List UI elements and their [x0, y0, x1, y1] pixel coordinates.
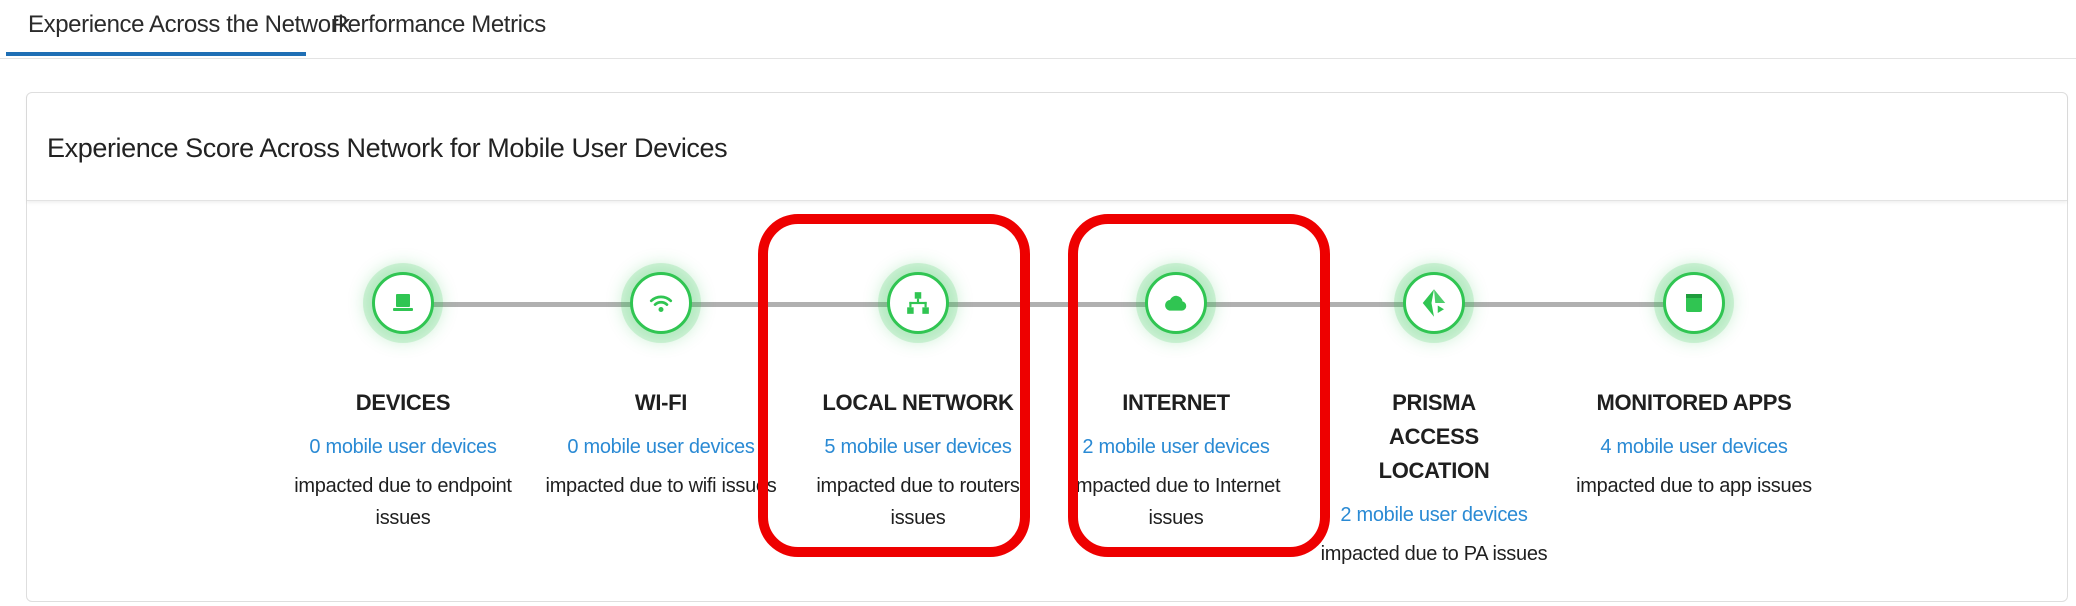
tab-experience-across-network[interactable]: Experience Across the Network	[6, 0, 350, 56]
node-title: INTERNET	[1122, 390, 1230, 415]
cloud-icon[interactable]	[1145, 272, 1207, 334]
impacted-devices-link[interactable]: 0 mobile user devices	[253, 432, 553, 462]
node-title: LOCAL NETWORK	[822, 390, 1014, 415]
app-icon[interactable]	[1663, 272, 1725, 334]
node-title: WI-FI	[634, 390, 688, 415]
tab-performance-metrics[interactable]: Performance Metrics	[332, 0, 546, 56]
node-description: impacted due to PA issues	[1320, 543, 1548, 565]
impacted-devices-link[interactable]: 4 mobile user devices	[1544, 432, 1844, 462]
node-wifi: WI-FI 0 mobile user devices impacted due…	[511, 255, 811, 502]
card-title: Experience Score Across Network for Mobi…	[47, 133, 728, 163]
impacted-devices-link[interactable]: 5 mobile user devices	[768, 432, 1068, 462]
node-local-network: LOCAL NETWORK 5 mobile user devices impa…	[768, 255, 1068, 534]
network-icon[interactable]	[887, 272, 949, 334]
node-prisma-access-location: PRISMA ACCESS LOCATION 2 mobile user dev…	[1284, 255, 1584, 570]
node-monitored-apps: MONITORED APPS 4 mobile user devices imp…	[1544, 255, 1844, 502]
tab-bar: Experience Across the Network Performanc…	[0, 0, 2076, 59]
node-description: impacted due to endpoint issues	[294, 475, 512, 529]
node-devices: DEVICES 0 mobile user devices impacted d…	[253, 255, 553, 534]
node-description: impacted due to Internet issues	[1071, 475, 1281, 529]
impacted-devices-link[interactable]: 2 mobile user devices	[1026, 432, 1326, 462]
impacted-devices-link[interactable]: 0 mobile user devices	[511, 432, 811, 462]
node-title: MONITORED APPS	[1596, 390, 1792, 415]
node-description: impacted due to wifi issues	[545, 475, 777, 497]
laptop-icon[interactable]	[372, 272, 434, 334]
node-title: DEVICES	[355, 390, 451, 415]
card-header: Experience Score Across Network for Mobi…	[27, 93, 2067, 201]
node-title: PRISMA ACCESS LOCATION	[1378, 390, 1490, 483]
node-internet: INTERNET 2 mobile user devices impacted …	[1026, 255, 1326, 534]
prisma-access-icon[interactable]	[1403, 272, 1465, 334]
impacted-devices-link[interactable]: 2 mobile user devices	[1284, 500, 1584, 530]
node-description: impacted due to routers issues	[816, 475, 1020, 529]
wifi-icon[interactable]	[630, 272, 692, 334]
node-description: impacted due to app issues	[1576, 475, 1812, 497]
